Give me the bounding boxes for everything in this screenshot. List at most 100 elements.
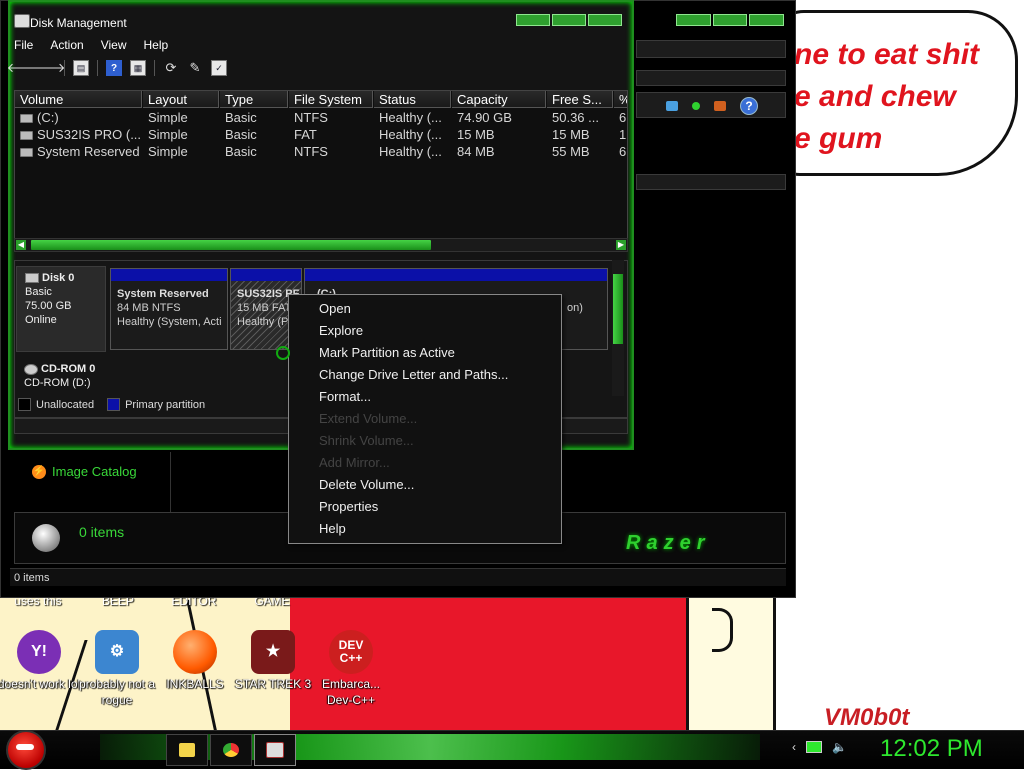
start-button-angry-bird-icon[interactable] (6, 730, 46, 770)
export-icon[interactable]: ✎ (187, 60, 203, 76)
scroll-right-arrow-icon[interactable]: ▶ (616, 240, 626, 250)
table-cell: Healthy (... (379, 144, 442, 159)
partition-system-reserved[interactable]: System Reserved 84 MB NTFS Healthy (Syst… (110, 268, 228, 350)
system-tray: ‹ 🔈 (792, 740, 847, 754)
table-cell: 1 (619, 127, 627, 142)
drive-icon (20, 131, 33, 141)
menu-action[interactable]: Action (50, 38, 83, 52)
menu-item-extend-volume: Extend Volume... (319, 411, 418, 426)
show-hidden-icons-icon[interactable]: ‹ (792, 740, 796, 754)
horizontal-scrollbar[interactable]: ◀ ▶ (14, 238, 628, 252)
minimize-button[interactable] (676, 14, 711, 26)
disk-legend: Unallocated Primary partition (18, 398, 205, 411)
wallpaper-face-mark (712, 608, 733, 652)
menu-item-change-drive-letter[interactable]: Change Drive Letter and Paths... (319, 364, 508, 386)
volume-icon[interactable]: 🔈 (832, 740, 847, 754)
menu-item-mark-active[interactable]: Mark Partition as Active (319, 342, 455, 364)
disk-management-icon (266, 742, 284, 758)
desktop-icon-yahoo[interactable]: Y! doesn't work lol (0, 630, 81, 692)
scrollbar-thumb[interactable] (613, 274, 623, 344)
help-icon[interactable]: ? (106, 60, 122, 76)
column-header-file-system[interactable]: File System (289, 91, 373, 108)
legend-swatch-primary (107, 398, 121, 411)
table-cell: Basic (225, 127, 257, 142)
folder-icon[interactable] (714, 101, 726, 111)
column-header-percent-free[interactable]: % (614, 91, 627, 108)
scrollbar-thumb[interactable] (31, 240, 431, 250)
network-icon[interactable] (806, 741, 822, 753)
desktop-icon-label: doesn't work lol (0, 677, 81, 691)
menu-help[interactable]: Help (144, 38, 169, 52)
details-items-count: 0 items (79, 524, 125, 540)
menu-item-explore[interactable]: Explore (319, 320, 363, 342)
column-header-layout[interactable]: Layout (143, 91, 219, 108)
column-header-capacity[interactable]: Capacity (452, 91, 546, 108)
menu-item-help[interactable]: Help (319, 518, 346, 540)
volume-list[interactable]: Volume Layout Type File System Status Ca… (14, 90, 628, 242)
table-row-volume[interactable]: System Reserved (15, 143, 142, 160)
toolbar-separator (154, 60, 155, 76)
desktop-icon-inkballs[interactable]: INKBALLS (153, 630, 237, 692)
razer-logo: Razer (626, 532, 711, 554)
table-cell: Simple (148, 144, 188, 159)
window-controls (516, 14, 622, 26)
show-hide-console-tree-icon[interactable]: ▤ (73, 60, 89, 76)
forward-arrow-icon[interactable]: 🡒 (31, 60, 66, 76)
column-header-type[interactable]: Type (220, 91, 288, 108)
table-cell: 50.36 ... (552, 110, 599, 125)
view-icon[interactable] (666, 101, 678, 111)
minimize-button[interactable] (516, 14, 550, 26)
desktop-icon-label: INKBALLS (166, 677, 224, 691)
pane-divider (170, 452, 171, 512)
column-header-free-space[interactable]: Free S... (547, 91, 613, 108)
close-button[interactable] (588, 14, 622, 26)
menu-bar: File Action View Help (14, 38, 168, 52)
image-catalog-link[interactable]: ⚡ Image Catalog (32, 464, 137, 479)
check-icon[interactable]: ✓ (211, 60, 227, 76)
menu-item-delete-volume[interactable]: Delete Volume... (319, 474, 414, 496)
desktop-icon-star-trek[interactable]: ★ STAR TREK 3 (231, 630, 315, 692)
taskbar-disk-management-button[interactable] (254, 734, 296, 766)
taskbar-explorer-button[interactable] (166, 734, 208, 766)
disk-name: Disk 0 (42, 272, 75, 284)
properties-icon[interactable]: ▦ (130, 60, 146, 76)
taskbar-chrome-button[interactable] (210, 734, 252, 766)
disk-0-label[interactable]: Disk 0 Basic 75.00 GB Online (16, 266, 106, 352)
table-row-volume[interactable]: (C:) (15, 109, 142, 126)
maximize-button[interactable] (712, 14, 748, 26)
volume-name: (C:) (37, 110, 59, 125)
desktop-icon-label: Embarca... Dev-C++ (321, 677, 381, 707)
desktop-icon-rogue[interactable]: ⚙ probably not a rogue (75, 630, 159, 708)
explorer-bar (636, 70, 786, 86)
desktop-icon-label: probably not a rogue (78, 677, 156, 707)
vertical-scrollbar[interactable] (612, 260, 624, 396)
legend-swatch-unallocated (18, 398, 31, 411)
explorer-address-bar[interactable] (636, 40, 786, 58)
menu-item-open[interactable]: Open (319, 298, 351, 320)
legend-label: Unallocated (36, 398, 95, 411)
menu-item-properties[interactable]: Properties (319, 496, 378, 518)
menu-file[interactable]: File (14, 38, 33, 52)
menu-item-shrink-volume: Shrink Volume... (319, 433, 414, 448)
menu-item-format[interactable]: Format... (319, 386, 371, 408)
refresh-icon[interactable]: ⟳ (163, 60, 179, 76)
add-icon[interactable] (692, 102, 700, 110)
cdrom-icon (24, 363, 38, 375)
desktop-icon-dev-cpp[interactable]: DEV C++ Embarca... Dev-C++ (309, 630, 393, 708)
table-cell: Healthy (... (379, 127, 442, 142)
maximize-button[interactable] (552, 14, 586, 26)
disk-type: Basic (25, 286, 52, 298)
cdrom-0-label[interactable]: CD-ROM 0 CD-ROM (D:) (16, 356, 106, 396)
column-header-status[interactable]: Status (374, 91, 451, 108)
table-cell: 15 MB (457, 127, 495, 142)
lightning-icon: ⚡ (32, 464, 46, 479)
column-header-volume[interactable]: Volume (15, 91, 142, 108)
taskbar-clock[interactable]: 12:02 PM (880, 734, 983, 764)
table-row-volume[interactable]: SUS32IS PRO (... (15, 126, 142, 143)
cdrom-drive: CD-ROM (D:) (24, 377, 91, 389)
partition-size: 84 MB NTFS (117, 302, 181, 314)
help-icon[interactable]: ? (740, 97, 758, 115)
scroll-left-arrow-icon[interactable]: ◀ (16, 240, 26, 250)
menu-view[interactable]: View (101, 38, 127, 52)
close-button[interactable] (749, 14, 785, 26)
